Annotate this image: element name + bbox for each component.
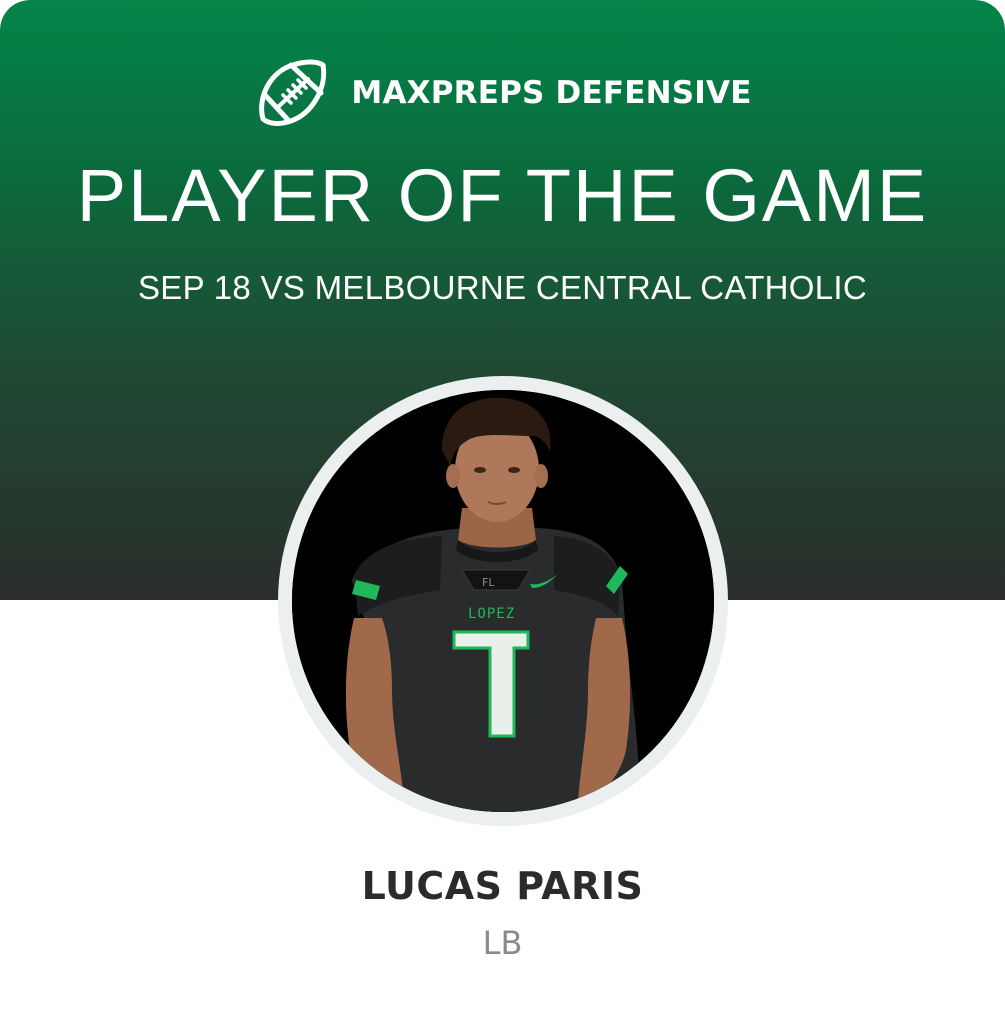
football-icon: [259, 59, 327, 126]
player-name: LUCAS PARIS: [361, 864, 644, 908]
player-position: LB: [482, 924, 523, 962]
brand-row: MAXPREPS DEFENSIVE: [0, 56, 1005, 130]
player-of-the-game-card: MAXPREPS DEFENSIVE PLAYER OF THE GAME SE…: [0, 0, 1005, 1020]
page-title: PLAYER OF THE GAME: [76, 154, 929, 237]
brand-label: MAXPREPS DEFENSIVE: [351, 75, 752, 111]
game-subtitle: SEP 18 VS MELBOURNE CENTRAL CATHOLIC: [137, 269, 868, 306]
svg-text:FL: FL: [482, 576, 495, 589]
svg-text:LOPEZ: LOPEZ: [468, 606, 515, 622]
player-photo: FL LOPEZ: [292, 390, 714, 812]
